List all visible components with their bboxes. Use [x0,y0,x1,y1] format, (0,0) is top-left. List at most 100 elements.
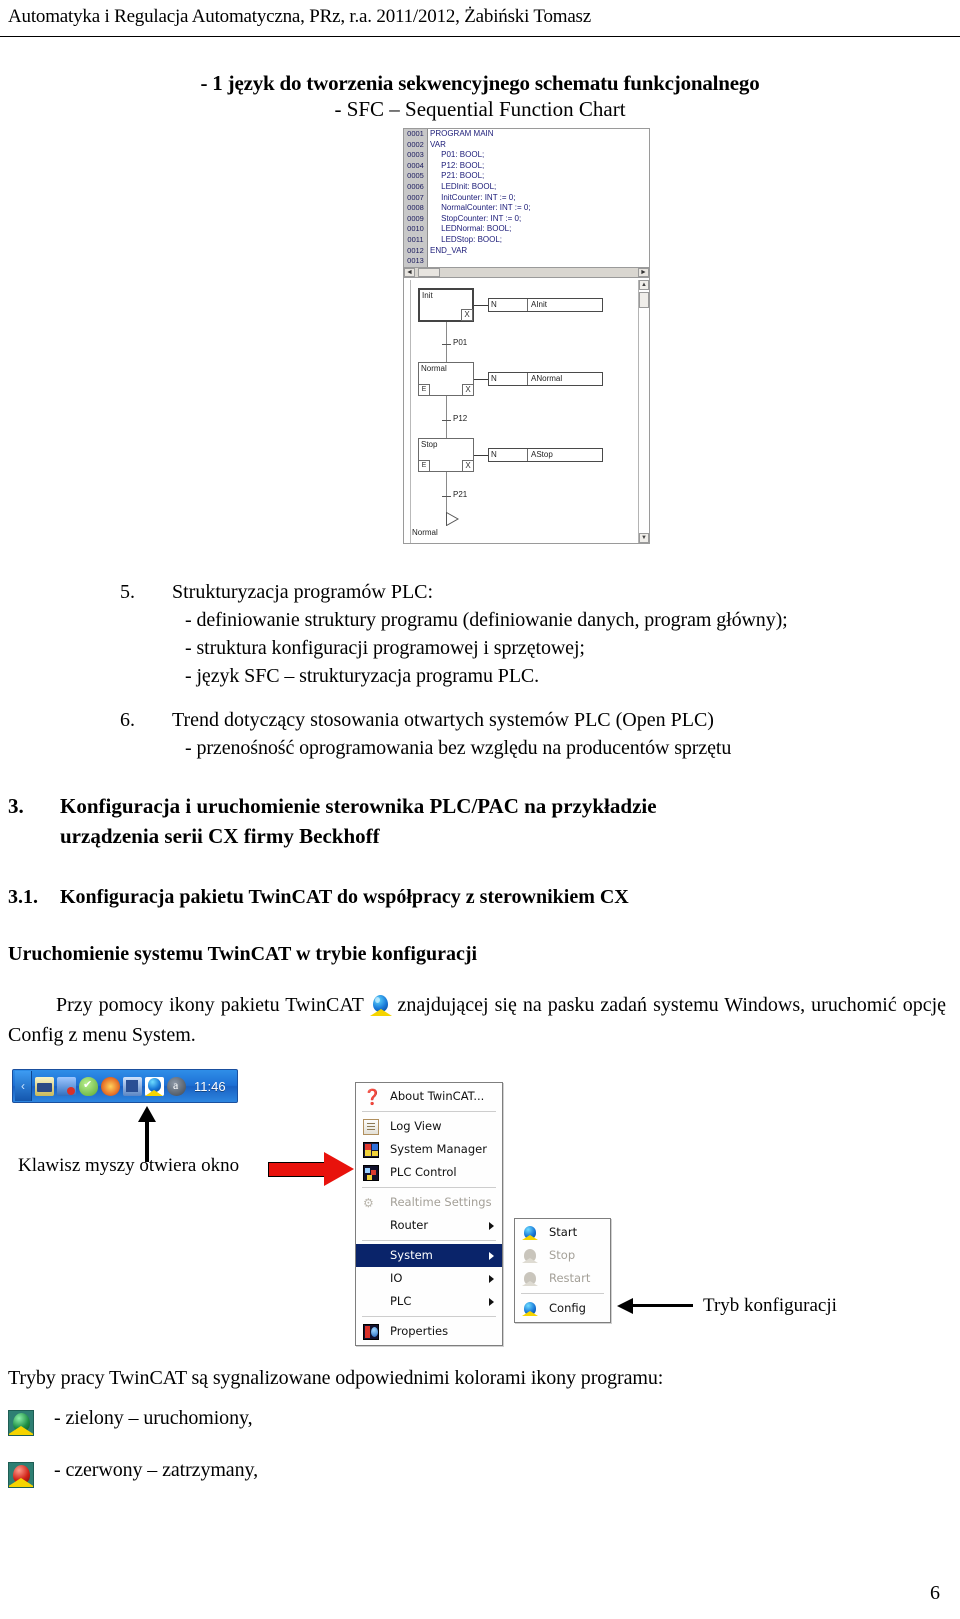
menu-item-label: Start [549,1225,578,1239]
submenu-item-start[interactable]: Start [515,1221,610,1244]
submenu-arrow-icon [489,1275,494,1283]
declaration-line: 0001 PROGRAM MAIN [404,129,649,140]
menu-item-log-view[interactable]: Log View [356,1115,502,1138]
declaration-horizontal-scrollbar[interactable]: ◄ ► [404,267,649,278]
sfc-step-init[interactable]: Init X [418,288,474,322]
system-submenu[interactable]: Start Stop Restart Config [514,1218,611,1323]
menu-item-label: IO [390,1271,403,1285]
show-hidden-icons-button[interactable]: ‹ [15,1071,32,1101]
menu-item-label: Log View [390,1119,442,1133]
sfc-link-1 [446,322,447,362]
scroll-up-arrow-icon[interactable]: ▲ [639,280,649,290]
sfc-step-stop[interactable]: Stop E X [418,438,474,472]
menu-separator [362,1240,496,1241]
log-view-icon [363,1119,379,1135]
page-number: 6 [930,1582,940,1604]
sfc-action-name: AStop [531,450,553,459]
section-3-1-number: 3.1. [8,886,38,908]
title-line-1: - 1 język do tworzenia sekwencyjnego sch… [200,71,760,95]
scroll-thumb[interactable] [639,292,649,308]
scroll-thumb[interactable] [418,268,440,277]
tray-icon-network-drive[interactable] [35,1076,54,1096]
scroll-left-arrow-icon[interactable]: ◄ [404,268,415,277]
section-3-1-heading: 3.1. Konfiguracja pakietu TwinCAT do wsp… [8,883,948,911]
menu-item-plc-control[interactable]: PLC Control [356,1161,502,1184]
submenu-item-restart: Restart [515,1267,610,1290]
submenu-arrow-icon [489,1298,494,1306]
sfc-transition-tick-2 [442,420,451,421]
declaration-line-text: StopCounter: INT := 0; [430,213,522,223]
menu-item-system-manager[interactable]: System Manager [356,1138,502,1161]
menu-item-properties[interactable]: Properties [356,1320,502,1343]
running-head: Automatyka i Regulacja Automatyczna, PRz… [8,6,591,27]
list-item-5-bullet-1: - definiowanie struktury programu (defin… [185,609,788,631]
declaration-line-text: P21: BOOL; [430,171,485,181]
list-item-6: 6. Trend dotyczący stosowania otwartych … [120,706,920,734]
sfc-action-ainit[interactable]: N AInit [488,298,603,312]
declaration-line-number: 0004 [404,160,428,172]
twincat-blue-icon [522,1225,538,1241]
declaration-line-number: 0007 [404,192,428,204]
sfc-left-rail [410,280,411,543]
sfc-action-qualifier: N [491,450,497,459]
menu-item-label: System [390,1248,433,1262]
twincat-red-icon [8,1462,34,1488]
declaration-line: 0011 LEDStop: BOOL; [404,234,649,246]
declaration-line: 0006 LEDInit: BOOL; [404,181,649,193]
list-item-6-number: 6. [120,709,135,731]
declaration-line-number: 0003 [404,150,428,161]
twincat-context-menu[interactable]: ❓ About TwinCAT... Log View System Manag… [355,1082,503,1346]
menu-item-label: About TwinCAT... [390,1089,485,1103]
tray-icon-antivirus[interactable] [57,1076,76,1096]
sfc-vertical-scrollbar[interactable]: ▲ ▼ [638,280,649,543]
menu-item-plc[interactable]: PLC [356,1290,502,1313]
windows-taskbar-tray[interactable]: ‹ 11:46 [12,1069,238,1103]
sfc-step-entry-flag: E [418,384,430,396]
annotation-mouse-click: Klawisz myszy otwiera okno [18,1155,240,1176]
sfc-transition-tick-3 [442,496,451,497]
tray-icon-acrobat[interactable] [167,1076,186,1096]
scroll-down-arrow-icon[interactable]: ▼ [639,533,649,543]
declaration-line: 0009 StopCounter: INT := 0; [404,213,649,225]
twincat-blue-icon [522,1301,538,1317]
menu-item-router[interactable]: Router [356,1214,502,1237]
sfc-transition-label-3: P21 [453,490,468,499]
properties-icon [363,1324,379,1340]
section-3-title-line-1: Konfiguracja i uruchomienie sterownika P… [60,794,657,818]
menu-separator [521,1293,604,1294]
declaration-line-text: InitCounter: INT := 0; [430,192,516,202]
tray-icon-twincat[interactable] [145,1076,164,1096]
declaration-line-number: 0013 [404,256,428,267]
submenu-item-config[interactable]: Config [515,1297,610,1320]
intro-text-before-icon: Przy pomocy ikony pakietu TwinCAT [56,994,364,1016]
sfc-action-anormal[interactable]: N ANormal [488,372,603,386]
menu-item-about-twincat[interactable]: ❓ About TwinCAT... [356,1085,502,1108]
list-item-5-number: 5. [120,581,135,603]
help-icon: ❓ [363,1088,382,1106]
sfc-action-name: AInit [531,300,548,309]
list-item-5-title: Strukturyzacja programów PLC: [172,581,434,603]
menu-item-system[interactable]: System [356,1244,502,1267]
title-line-2: - SFC – Sequential Function Chart [334,97,626,121]
menu-item-label: PLC [390,1294,412,1308]
sfc-step-exit-flag: X [462,460,474,472]
sfc-editor-screenshot: 0001 PROGRAM MAIN 0002 VAR 0003 P01: BOOL; 00… [403,128,650,544]
menu-item-io[interactable]: IO [356,1267,502,1290]
sfc-action-link [474,379,488,380]
menu-item-label: Realtime Settings [390,1195,492,1209]
scroll-right-arrow-icon[interactable]: ► [638,268,649,277]
sfc-action-astop[interactable]: N AStop [488,448,603,462]
declaration-line: 0007 InitCounter: INT := 0; [404,192,649,204]
sfc-step-name: Normal [421,364,447,373]
sfc-step-exit-flag: X [461,309,473,321]
tray-icon-network[interactable] [123,1076,142,1096]
taskbar-clock[interactable]: 11:46 [194,1079,226,1094]
list-item-6-bullet-1: - przenośność oprogramowania bez względu… [185,737,732,759]
tray-icon-checkmark[interactable] [79,1076,98,1096]
tray-icon-sun[interactable] [101,1076,120,1096]
submenu-arrow-icon [489,1252,494,1260]
sfc-action-separator [527,449,528,461]
sfc-action-name: ANormal [531,374,563,383]
declaration-line-number: 0008 [404,203,428,214]
sfc-step-normal[interactable]: Normal E X [418,362,474,396]
